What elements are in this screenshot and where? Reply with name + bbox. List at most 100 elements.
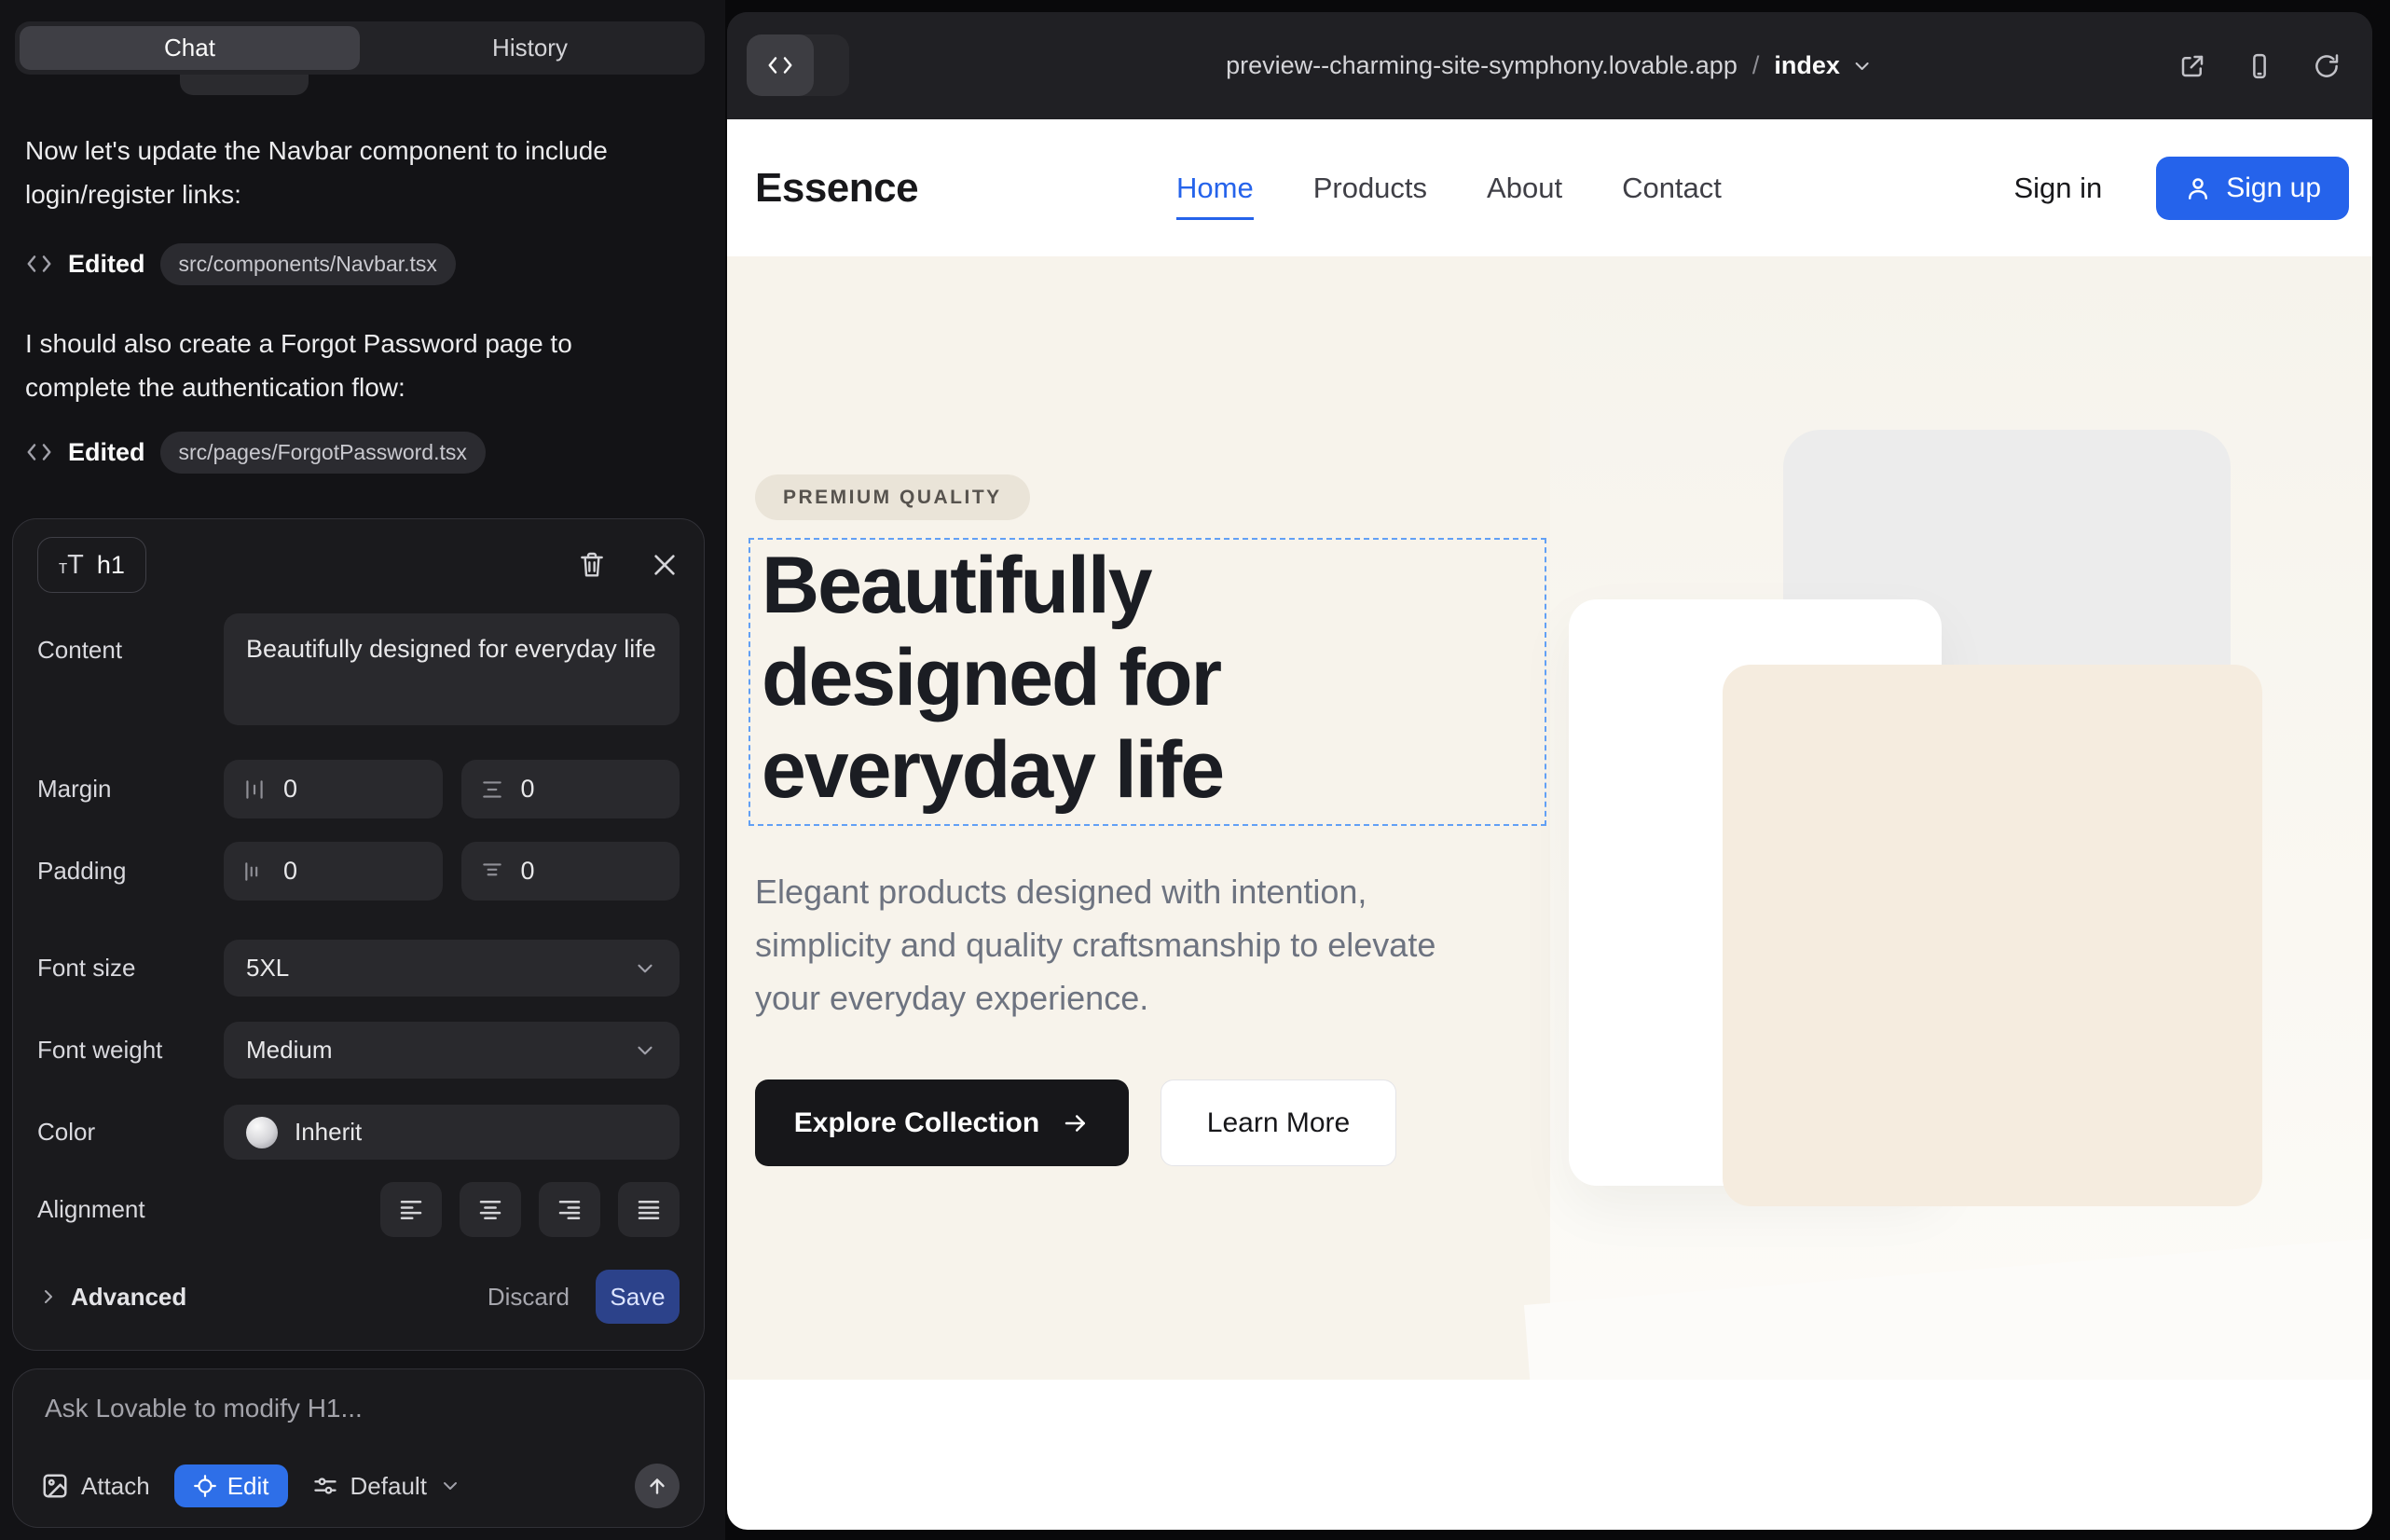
chat-composer: Attach Edit Default [12,1368,705,1528]
margin-x-input[interactable] [224,760,443,818]
chat-message: I should also create a Forgot Password p… [25,322,682,409]
nav-link-home[interactable]: Home [1176,157,1254,220]
margin-y-input[interactable] [461,760,680,818]
sign-in-link[interactable]: Sign in [2013,172,2102,205]
chevron-down-icon [1851,55,1874,77]
user-icon [2184,174,2212,202]
alignment-label: Alignment [37,1195,224,1224]
chevron-right-icon [37,1286,60,1308]
code-icon [25,438,53,466]
color-label: Color [37,1118,224,1147]
site-navbar: Essence Home Products About Contact Sign… [727,119,2372,256]
code-segment[interactable] [747,34,814,96]
url-separator: / [1752,51,1760,80]
font-weight-select[interactable]: Medium [224,1022,680,1079]
hero-section: PREMIUM QUALITY Beautifully designed for… [727,256,2372,1380]
tab-history[interactable]: History [360,26,700,70]
align-justify-icon [635,1196,663,1224]
font-weight-value: Medium [246,1036,332,1065]
edited-file-row: Edited src/components/Navbar.tsx [25,241,456,286]
align-justify-button[interactable] [618,1182,680,1237]
content-row: Content Beautifully designed for everyda… [37,613,680,725]
edit-mode-button[interactable]: Edit [174,1464,288,1507]
arrow-right-icon [1062,1109,1090,1137]
tab-chat[interactable]: Chat [20,26,360,70]
align-left-button[interactable] [380,1182,442,1237]
padding-x-input[interactable] [224,842,443,901]
code-icon [25,250,53,278]
learn-more-button[interactable]: Learn More [1161,1079,1396,1166]
model-selector[interactable]: Default [312,1472,461,1501]
nav-link-contact[interactable]: Contact [1622,172,1722,205]
preview-window: preview--charming-site-symphony.lovable.… [727,12,2372,1530]
color-row: Color Inherit [37,1105,680,1160]
trash-icon[interactable] [577,550,607,580]
padding-vertical-icon [480,859,504,884]
save-button[interactable]: Save [596,1270,680,1324]
typography-icon: тT [59,550,84,581]
font-size-label: Font size [37,954,224,983]
model-label: Default [350,1472,427,1501]
element-tag-name: h1 [97,551,125,580]
align-center-button[interactable] [460,1182,521,1237]
scrolled-message-remnant [180,75,309,95]
element-tag-badge: тT h1 [37,537,146,593]
arrow-up-icon [645,1474,669,1498]
padding-label: Padding [37,857,224,886]
topbar-actions [2178,12,2341,119]
align-center-icon [476,1196,504,1224]
hero-headline[interactable]: Beautifully designed for everyday life [762,540,1433,817]
composer-toolbar: Attach Edit Default [41,1464,680,1508]
file-chip[interactable]: src/components/Navbar.tsx [160,243,456,285]
open-external-icon[interactable] [2178,52,2206,80]
align-right-button[interactable] [539,1182,600,1237]
color-select[interactable]: Inherit [224,1105,680,1160]
h1-selection-outline[interactable]: Beautifully designed for everyday life [749,538,1546,826]
discard-button[interactable]: Discard [461,1283,596,1312]
site-logo[interactable]: Essence [755,119,918,256]
file-chip[interactable]: src/pages/ForgotPassword.tsx [160,432,486,474]
edited-label: Edited [68,250,145,279]
chevron-down-icon [633,1038,657,1063]
margin-label: Margin [37,775,224,804]
close-icon[interactable] [650,550,680,580]
chat-history-tabs: Chat History [15,21,705,75]
sign-up-button[interactable]: Sign up [2156,157,2349,220]
font-size-select[interactable]: 5XL [224,940,680,997]
image-icon [41,1472,69,1500]
content-input[interactable]: Beautifully designed for everyday life [224,613,680,725]
url-page: index [1774,51,1840,80]
align-right-icon [556,1196,584,1224]
mobile-view-icon[interactable] [2246,52,2273,80]
code-view-toggle[interactable] [747,34,849,96]
content-label: Content [37,613,224,665]
edited-file-row: Edited src/pages/ForgotPassword.tsx [25,430,486,474]
nav-auth: Sign in Sign up [2013,119,2349,256]
browser-topbar: preview--charming-site-symphony.lovable.… [727,12,2372,119]
margin-vertical-icon [480,777,504,802]
nav-link-products[interactable]: Products [1313,172,1427,205]
explore-label: Explore Collection [794,1107,1039,1139]
explore-collection-button[interactable]: Explore Collection [755,1079,1129,1166]
attach-button[interactable]: Attach [41,1472,150,1501]
advanced-toggle[interactable]: Advanced [37,1283,186,1312]
align-left-icon [397,1196,425,1224]
sign-up-label: Sign up [2226,172,2321,204]
padding-row: Padding [37,842,680,901]
font-weight-label: Font weight [37,1036,224,1065]
color-swatch [246,1117,278,1148]
font-weight-row: Font weight Medium [37,1022,680,1079]
composer-input[interactable] [45,1394,669,1451]
decorative-card-beige [1723,665,2262,1206]
hero-description: Elegant products designed with intention… [755,865,1463,1024]
crosshair-icon [193,1474,217,1498]
send-button[interactable] [635,1464,680,1508]
alignment-row: Alignment [37,1182,680,1237]
nav-link-about[interactable]: About [1487,172,1562,205]
padding-y-input[interactable] [461,842,680,901]
refresh-icon[interactable] [2313,52,2341,80]
editor-actions [577,550,680,580]
url-host: preview--charming-site-symphony.lovable.… [1226,51,1738,80]
edit-label: Edit [227,1472,269,1501]
url-breadcrumb[interactable]: preview--charming-site-symphony.lovable.… [1226,12,1874,119]
